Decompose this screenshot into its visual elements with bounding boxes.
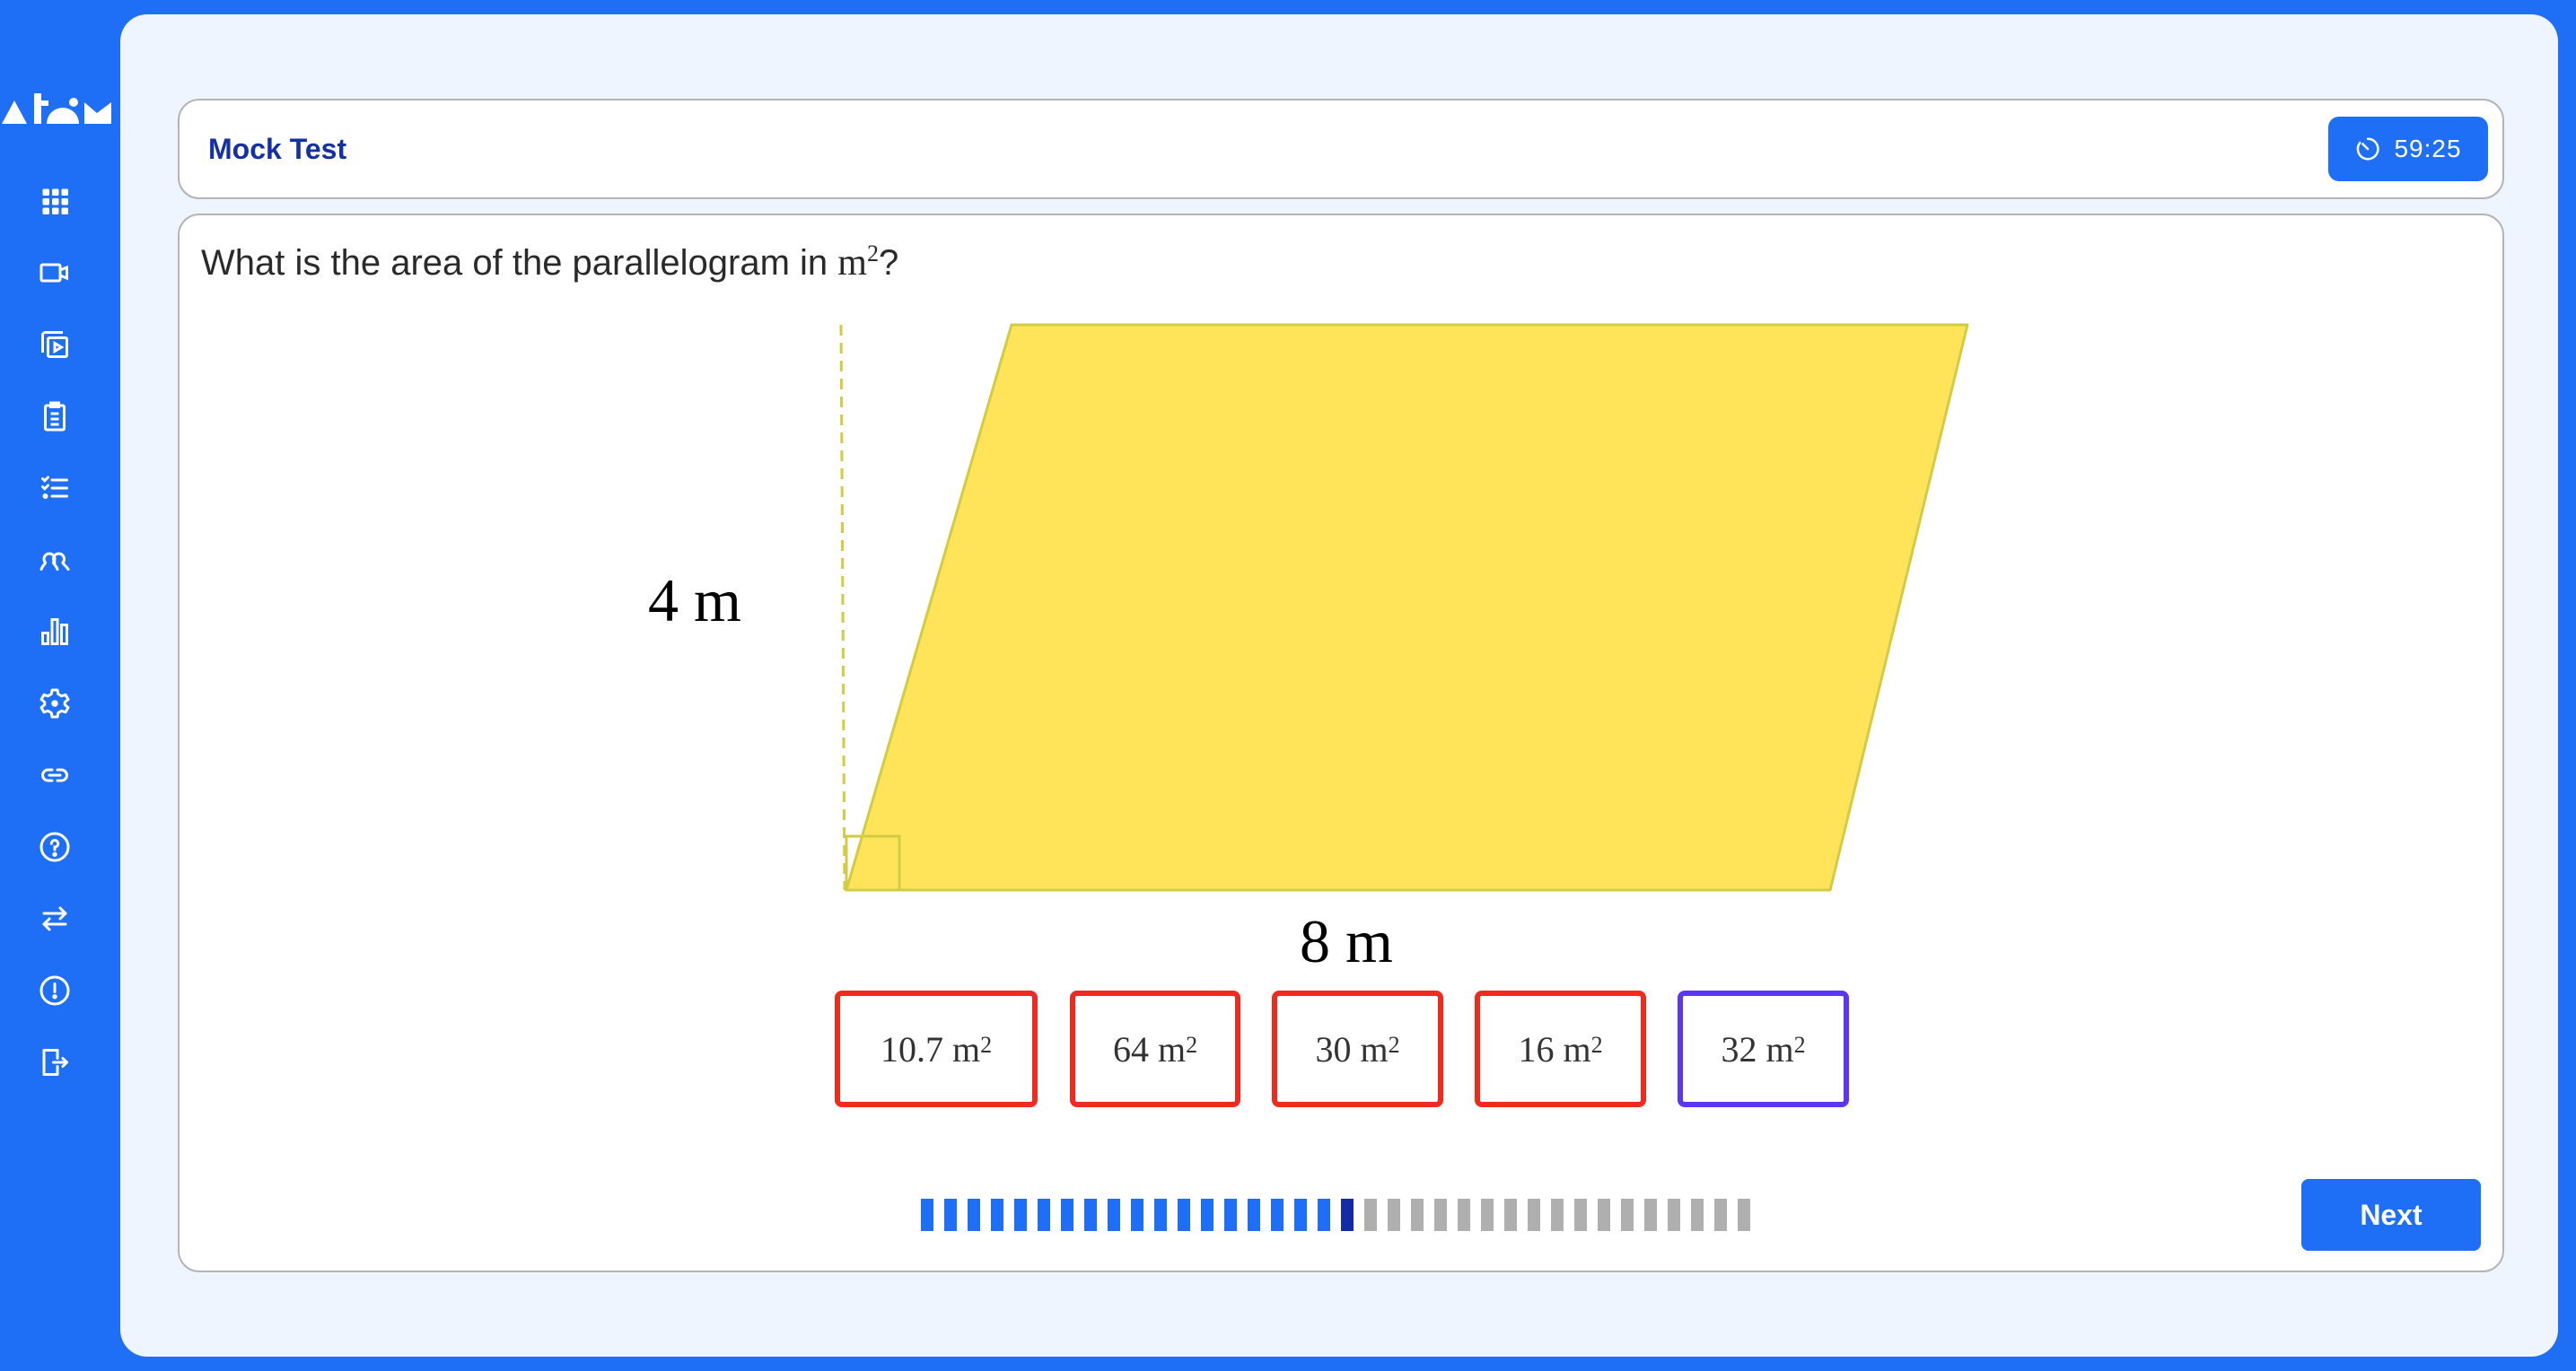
progress-step-pending[interactable] <box>1574 1199 1587 1231</box>
answer-options: 10.7 m2 64 m2 30 m2 16 m2 32 m2 <box>180 991 2502 1107</box>
gear-icon <box>39 688 70 719</box>
progress-step-pending[interactable] <box>1388 1199 1400 1231</box>
progress-step-pending[interactable] <box>1481 1199 1494 1231</box>
height-label: 4 m <box>648 566 741 634</box>
grid-icon <box>42 188 68 214</box>
progress-step-done[interactable] <box>991 1199 1003 1231</box>
sidebar-item-checklist[interactable] <box>33 467 76 510</box>
swap-arrows-icon <box>42 906 67 931</box>
atom-logo[interactable] <box>2 93 111 124</box>
progress-step-done[interactable] <box>1061 1199 1073 1231</box>
question-progress <box>921 1199 1765 1231</box>
progress-step-pending[interactable] <box>1434 1199 1447 1231</box>
sidebar-item-logout[interactable] <box>33 1041 76 1084</box>
progress-step-done[interactable] <box>1271 1199 1284 1231</box>
progress-step-done[interactable] <box>1224 1199 1237 1231</box>
progress-step-done[interactable] <box>1294 1199 1307 1231</box>
sidebar-item-dashboard[interactable] <box>33 179 76 223</box>
progress-step-done[interactable] <box>968 1199 980 1231</box>
base-label: 8 m <box>1300 907 1393 975</box>
video-camera-icon <box>39 263 68 283</box>
answer-option[interactable]: 30 m2 <box>1272 991 1443 1107</box>
page-title: Mock Test <box>208 133 347 165</box>
progress-step-done[interactable] <box>921 1199 933 1231</box>
answer-option-selected[interactable]: 32 m2 <box>1678 991 1849 1107</box>
progress-step-done[interactable] <box>1178 1199 1190 1231</box>
answer-option[interactable]: 16 m2 <box>1475 991 1646 1107</box>
progress-step-done[interactable] <box>1084 1199 1097 1231</box>
timer-value: 59:25 <box>2394 135 2462 162</box>
parallelogram-figure <box>839 323 1969 892</box>
progress-step-done[interactable] <box>1014 1199 1027 1231</box>
progress-step-pending[interactable] <box>1458 1199 1470 1231</box>
parallelogram-shape <box>845 323 1969 892</box>
progress-step-pending[interactable] <box>1598 1199 1610 1231</box>
progress-step-pending[interactable] <box>1714 1199 1727 1231</box>
progress-step-pending[interactable] <box>1644 1199 1657 1231</box>
progress-step-done[interactable] <box>1038 1199 1050 1231</box>
alert-circle-icon <box>39 975 70 1006</box>
progress-step-done[interactable] <box>944 1199 957 1231</box>
question-prefix: What is the area of the parallelogram in <box>201 243 838 283</box>
progress-step-pending[interactable] <box>1738 1199 1750 1231</box>
question-unit: m2 <box>837 240 879 284</box>
progress-step-pending[interactable] <box>1504 1199 1517 1231</box>
sidebar-item-switch[interactable] <box>33 897 76 940</box>
height-dashed-line <box>839 324 846 891</box>
sidebar <box>0 0 120 1371</box>
video-library-icon <box>41 331 68 358</box>
sidebar-item-links[interactable] <box>33 754 76 797</box>
sidebar-item-community[interactable] <box>33 538 76 581</box>
next-button[interactable]: Next <box>2301 1179 2481 1251</box>
bar-chart-icon <box>41 618 68 645</box>
timer-badge: 59:25 <box>2328 117 2488 181</box>
right-angle-marker <box>845 834 901 892</box>
progress-step-pending[interactable] <box>1621 1199 1634 1231</box>
progress-step-pending[interactable] <box>1668 1199 1680 1231</box>
help-circle-icon <box>39 832 70 862</box>
question-text: What is the area of the parallelogram in… <box>201 240 898 284</box>
answer-option[interactable]: 64 m2 <box>1070 991 1240 1107</box>
progress-step-done[interactable] <box>1318 1199 1330 1231</box>
progress-step-pending[interactable] <box>1411 1199 1424 1231</box>
logout-icon <box>42 1049 68 1076</box>
sidebar-item-live-classes[interactable] <box>33 251 76 294</box>
sidebar-item-report[interactable] <box>33 969 76 1012</box>
sidebar-item-analytics[interactable] <box>33 610 76 653</box>
sidebar-item-help[interactable] <box>33 825 76 869</box>
question-suffix: ? <box>878 243 899 283</box>
users-icon <box>39 552 70 571</box>
test-header: Mock Test 59:25 <box>178 99 2504 199</box>
clipboard-icon <box>44 401 66 432</box>
timer-icon <box>2357 137 2380 161</box>
progress-step-current[interactable] <box>1341 1199 1354 1231</box>
progress-step-done[interactable] <box>1248 1199 1260 1231</box>
progress-step-pending[interactable] <box>1364 1199 1377 1231</box>
sidebar-item-settings[interactable] <box>33 682 76 725</box>
sidebar-item-recorded-videos[interactable] <box>33 323 76 366</box>
sidebar-item-tests[interactable] <box>33 395 76 438</box>
checklist-icon <box>41 476 68 499</box>
progress-step-done[interactable] <box>1154 1199 1167 1231</box>
progress-step-done[interactable] <box>1131 1199 1143 1231</box>
main-panel: Mock Test 59:25 What is the area of the … <box>120 14 2558 1357</box>
question-card: What is the area of the parallelogram in… <box>178 214 2504 1272</box>
progress-step-done[interactable] <box>1108 1199 1120 1231</box>
link-icon <box>41 768 68 782</box>
progress-step-pending[interactable] <box>1528 1199 1540 1231</box>
progress-step-done[interactable] <box>1201 1199 1214 1231</box>
progress-step-pending[interactable] <box>1551 1199 1564 1231</box>
answer-option[interactable]: 10.7 m2 <box>835 991 1038 1107</box>
progress-step-pending[interactable] <box>1691 1199 1704 1231</box>
